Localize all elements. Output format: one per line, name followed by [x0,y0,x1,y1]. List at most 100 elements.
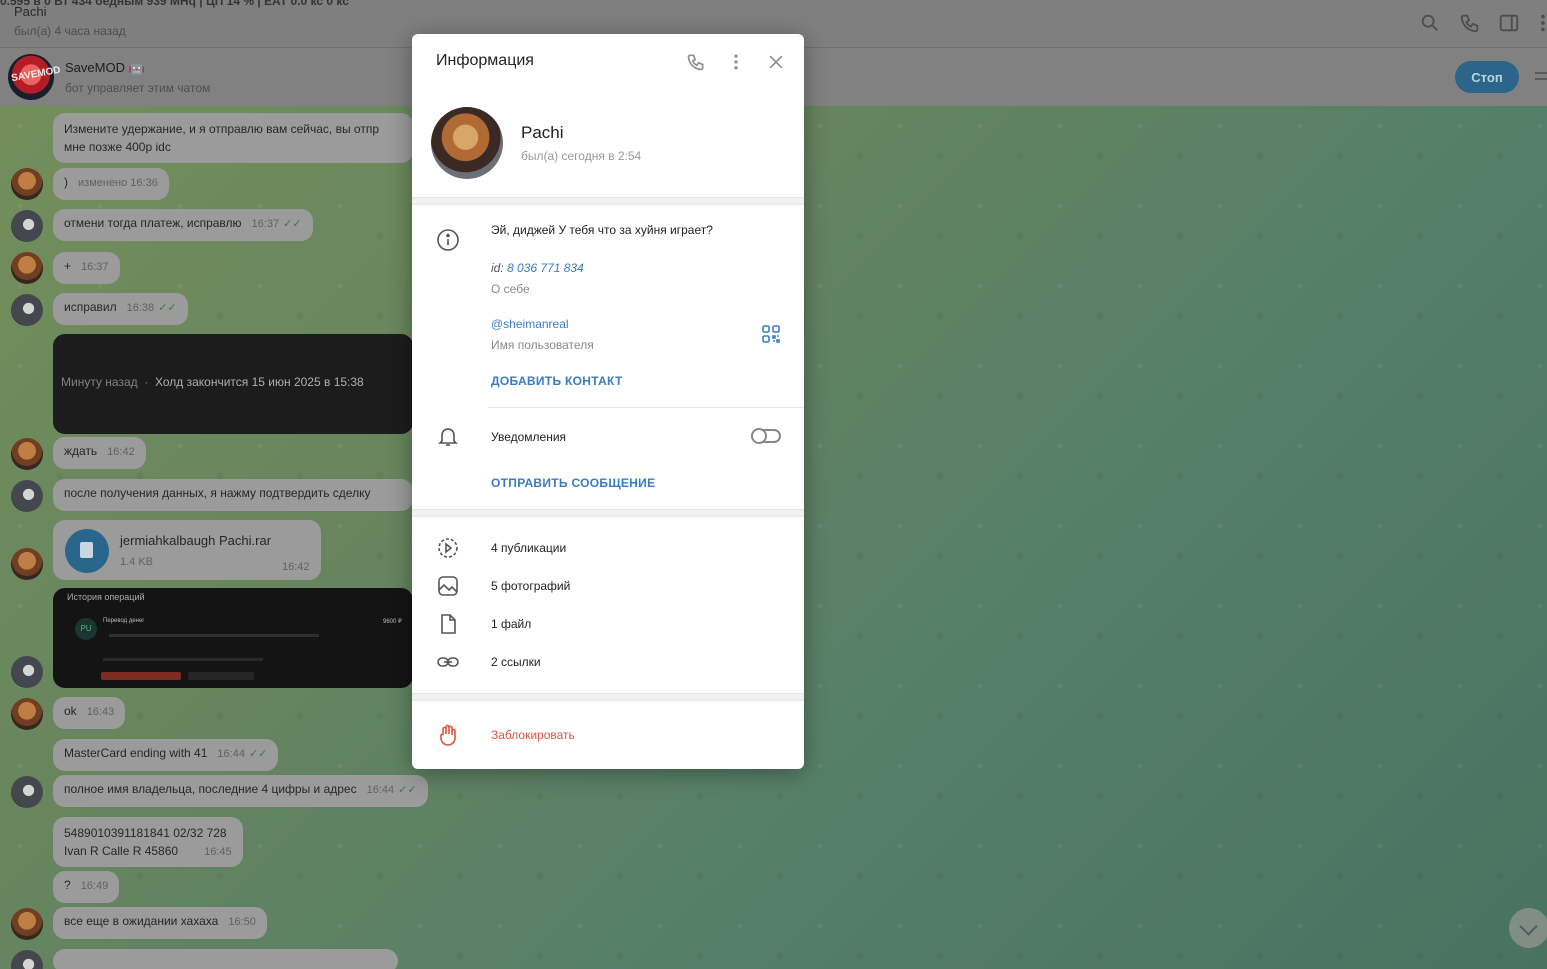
media-files[interactable]: 1 файл [491,617,531,631]
more-icon[interactable] [1532,12,1547,34]
add-contact-button[interactable]: ДОБАВИТЬ КОНТАКТ [491,374,623,388]
message-bubble[interactable]: Измените удержание, и я отправлю вам сей… [53,113,413,163]
message-bubble[interactable] [53,949,398,969]
message-bubble[interactable]: все еще в ожидании хахаха 16:50 [53,907,267,939]
message-bubble[interactable]: ждать 16:42 [53,437,146,469]
media-posts[interactable]: 4 публикации [491,541,566,555]
read-check-icon: ✓✓ [283,218,302,230]
media-links[interactable]: 2 ссылки [491,655,541,669]
confirm-deal-button[interactable] [188,672,254,680]
read-check-icon: ✓✓ [248,748,268,760]
notifications-label: Уведомления [491,430,567,444]
about-label: О себе [491,282,530,296]
avatar[interactable] [11,168,43,200]
block-user-button[interactable]: Заблокировать [491,728,575,742]
message-time: 16:37 [81,261,109,273]
message-bubble[interactable]: полное имя владельца, последние 4 цифры … [53,775,428,807]
message-text: ) [64,175,68,189]
dispute-button[interactable] [101,672,181,680]
message-text: MasterCard ending with 41 [64,746,208,760]
bot-name: SaveMOD 🤖 [65,60,145,75]
message-text: полное имя владельца, последние 4 цифры … [64,782,357,796]
photo-icon [438,576,458,596]
user-info-dialog: Информация Pachi был(а) сегодня в 2:54 Э… [412,34,804,769]
message-text: + [64,259,72,273]
screenshot-card[interactable]: Минуту назад · Холд закончится 15 июн 20… [53,334,413,434]
file-icon [441,614,456,634]
message-text: все еще в ожидании хахаха [64,914,219,928]
scroll-down-button[interactable] [1509,908,1547,948]
profile-username[interactable]: @sheimanreal [491,317,569,331]
system-stats-text: 0.595 в 0 Вт 434 бедным 939 MHq | ЦП 14 … [0,0,349,8]
message-bubble[interactable]: ? 16:49 [53,871,120,903]
file-icon[interactable] [65,529,109,573]
search-icon[interactable] [1419,12,1441,34]
message-text: ждать [64,444,98,458]
avatar[interactable] [11,698,43,730]
stories-icon [438,538,458,558]
phone-icon[interactable] [686,52,706,72]
file-message[interactable]: jermiahkalbaugh Pachi.rar 1.4 KB 16:42 [53,520,321,580]
message-text: после получения данных, я нажму подтверд… [64,486,371,500]
message-text: исправил [64,300,117,314]
message-bubble[interactable]: +16:37 [53,252,120,284]
message-text: ? [64,878,71,892]
message-bubble[interactable]: после получения данных, я нажму подтверд… [53,479,413,511]
message-time: 16:44 [217,748,245,760]
send-message-button[interactable]: ОТПРАВИТЬ СООБЩЕНИЕ [491,476,655,490]
message-bubble[interactable]: ) изменено 16:36 [53,168,169,200]
close-icon[interactable] [766,52,786,72]
message-time: 16:37 [251,218,280,230]
avatar[interactable] [11,210,43,242]
message-bubble[interactable]: исправил 16:38 ✓✓ [53,293,188,325]
qr-code-icon[interactable] [762,325,780,343]
link-icon [437,657,459,667]
profile-bio: Эй, диджей У тебя что за хуйня играет? [491,223,713,237]
message-time: 16:38 [126,302,155,314]
message-text: ok [64,704,77,718]
file-name: jermiahkalbaugh Pachi.rar [120,533,272,548]
stop-button[interactable]: Стоп [1455,61,1519,93]
sidebar-toggle-icon[interactable] [1498,12,1520,34]
dialog-title: Информация [436,52,534,69]
payee-badge: PU [75,618,97,640]
avatar[interactable] [11,294,43,326]
divider [488,407,804,408]
avatar[interactable] [11,548,43,580]
message-time: 16:43 [86,706,115,718]
notifications-toggle[interactable] [751,428,781,444]
message-text: мне позже 400р idc [64,140,171,154]
hold-info-text: Минуту назад · Холд закончится 15 июн 20… [61,375,364,389]
avatar[interactable] [11,776,43,808]
message-bubble[interactable]: отмени тогда платеж, исправлю 16:37 ✓✓ [53,209,313,241]
info-icon [437,229,459,251]
transfer-amount: 9600 ₽ [383,619,402,625]
message-time: изменено 16:36 [78,177,158,189]
message-text: отмени тогда платеж, исправлю [64,216,242,230]
file-size: 1.4 KB [120,556,154,568]
operations-screenshot[interactable]: История операций PU Перевод денег 9600 ₽ [53,588,413,688]
filter-icon[interactable] [1533,68,1547,86]
more-icon[interactable] [726,52,746,72]
profile-last-seen: был(а) сегодня в 2:54 [521,149,642,163]
message-bubble[interactable]: ok 16:43 [53,697,126,729]
avatar[interactable] [11,480,43,512]
operations-title: История операций [67,592,145,602]
chat-contact-name[interactable]: Pachi [14,4,47,19]
divider [412,197,804,205]
profile-id[interactable]: id: 8 036 771 834 [491,261,584,275]
avatar[interactable] [11,656,43,688]
message-time: 16:49 [80,880,109,892]
avatar[interactable] [11,438,43,470]
profile-avatar[interactable] [431,107,503,179]
avatar[interactable] [11,252,43,284]
read-check-icon: ✓✓ [398,784,417,796]
read-check-icon: ✓✓ [158,302,177,314]
bot-avatar: SAVEMOD [8,54,61,100]
media-photos[interactable]: 5 фотографий [491,579,570,593]
message-bubble[interactable]: 5489010391181841 02/32 728 Ivan R Calle … [53,817,243,867]
avatar[interactable] [11,908,43,940]
message-time: 16:45 [204,846,232,858]
phone-icon[interactable] [1459,12,1481,34]
message-bubble[interactable]: MasterCard ending with 41 16:44 ✓✓ [53,739,279,771]
